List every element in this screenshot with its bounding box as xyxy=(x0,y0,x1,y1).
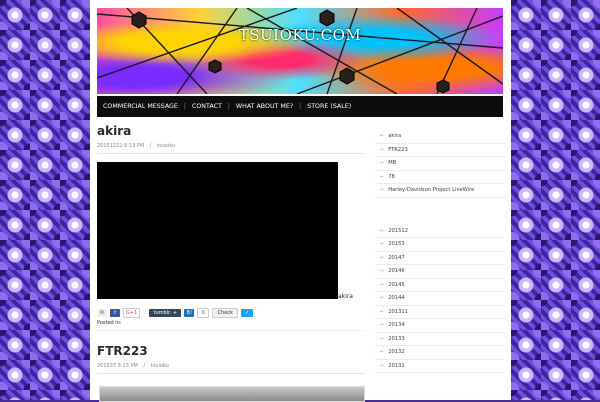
background-pattern-left xyxy=(0,0,90,400)
nav-separator: | xyxy=(183,103,186,110)
sidebar-link-label: 201311 xyxy=(388,308,409,315)
sidebar-link-label: 20145 xyxy=(388,281,405,288)
nav-separator: | xyxy=(227,103,230,110)
sidebar-recent-ftr223[interactable]: → FTR223 xyxy=(375,144,505,157)
sidebar-recent-akira[interactable]: → akira xyxy=(375,130,505,144)
sidebar-recent-livewire[interactable]: → Harley-Davidson Project LiveWire xyxy=(375,184,505,198)
page-container: TSUIOKU.COM COMMERCIAL MESSAGE | CONTACT… xyxy=(90,0,511,402)
share-buttons: ✉ f G+1 tumblr. + B! 0 Check ✓ xyxy=(97,308,254,318)
sidebar-archive-20147[interactable]: → 20147 xyxy=(375,252,505,265)
arrow-icon: → xyxy=(379,173,384,180)
sidebar-archive-20133[interactable]: → 20133 xyxy=(375,333,505,346)
post-divider xyxy=(97,330,365,331)
sidebar-link-label: 20147 xyxy=(388,254,405,261)
arrow-icon: → xyxy=(379,160,384,167)
gplus-button[interactable]: G+1 xyxy=(123,308,141,318)
sidebar-link-label: Harley-Davidson Project LiveWire xyxy=(388,187,475,194)
sidebar-link-label: 20132 xyxy=(388,349,405,356)
arrow-icon: → xyxy=(379,254,384,261)
sidebar-link-label: 20153 xyxy=(388,241,405,248)
sidebar-recent-78[interactable]: → 78 xyxy=(375,171,505,184)
main-navigation: COMMERCIAL MESSAGE | CONTACT | WHAT ABOU… xyxy=(97,96,503,117)
video-player[interactable] xyxy=(97,162,338,299)
share-icon[interactable]: ✉ xyxy=(97,309,107,317)
sidebar-link-label: 78 xyxy=(388,173,395,180)
sidebar-archive-20132[interactable]: → 20132 xyxy=(375,346,505,360)
sidebar-link-label: 20144 xyxy=(388,295,405,302)
sidebar-archive-20134[interactable]: → 20134 xyxy=(375,319,505,333)
hatena-count: 0 xyxy=(197,308,210,318)
banner-art xyxy=(97,8,503,94)
arrow-icon: → xyxy=(379,322,384,329)
meta-separator: / xyxy=(143,363,146,369)
sidebar-archive-201512[interactable]: → 201512 xyxy=(375,225,505,238)
sidebar: → akira → FTR223 → MB → 78 → Harley-Davidson … xyxy=(375,130,505,373)
arrow-icon: → xyxy=(379,308,384,315)
check-button[interactable]: Check xyxy=(212,308,239,318)
background-pattern-right xyxy=(511,0,600,400)
arrow-icon: → xyxy=(379,362,384,369)
post-meta: 201537 3:13 PM / tsuioku xyxy=(97,363,365,374)
sidebar-link-label: akira xyxy=(388,133,402,140)
sidebar-archive-201311[interactable]: → 201311 xyxy=(375,306,505,319)
post-title[interactable]: akira xyxy=(97,124,365,138)
sidebar-archive-20145[interactable]: → 20145 xyxy=(375,279,505,292)
arrow-icon: → xyxy=(379,335,384,342)
nav-separator: | xyxy=(299,103,302,110)
sidebar-link-label: MB xyxy=(388,160,397,167)
arrow-icon: → xyxy=(379,281,384,288)
nav-commercial-message[interactable]: COMMERCIAL MESSAGE xyxy=(103,103,178,110)
post-author[interactable]: tsuioku xyxy=(157,143,175,149)
arrow-icon: → xyxy=(379,349,384,356)
sidebar-link-label: 20133 xyxy=(388,335,405,342)
hatena-icon[interactable]: B! xyxy=(184,309,195,317)
header-banner[interactable]: TSUIOKU.COM xyxy=(97,8,503,94)
sidebar-link-label: 201512 xyxy=(388,227,409,234)
sidebar-link-label: 20146 xyxy=(388,268,405,275)
sidebar-link-label: FTR223 xyxy=(388,146,408,153)
posted-in: Posted in: xyxy=(97,320,122,326)
arrow-icon: → xyxy=(379,187,384,194)
site-title[interactable]: TSUIOKU.COM xyxy=(97,26,503,44)
twitter-icon[interactable]: ✓ xyxy=(241,309,254,317)
sidebar-archive-20153[interactable]: → 20153 xyxy=(375,238,505,252)
sidebar-archive-20146[interactable]: → 20146 xyxy=(375,265,505,279)
post-author[interactable]: tsuioku xyxy=(151,363,169,369)
arrow-icon: → xyxy=(379,241,384,248)
sidebar-link-label: 20134 xyxy=(388,322,405,329)
sidebar-archive-20144[interactable]: → 20144 xyxy=(375,292,505,306)
sidebar-recent-mb[interactable]: → MB xyxy=(375,157,505,171)
main-content: akira 20151222 8:13 PM / tsuioku akira ✉… xyxy=(97,124,365,402)
nav-store-sale[interactable]: STORE (SALE) xyxy=(307,103,351,110)
post-date: 20151222 8:13 PM xyxy=(97,143,145,149)
nav-contact[interactable]: CONTACT xyxy=(192,103,222,110)
post-ftr223: FTR223 201537 3:13 PM / tsuioku xyxy=(97,344,365,402)
facebook-icon[interactable]: f xyxy=(110,309,120,317)
arrow-icon: → xyxy=(379,227,384,234)
meta-separator: / xyxy=(149,143,152,149)
arrow-icon: → xyxy=(379,146,384,153)
post-date: 201537 3:13 PM xyxy=(97,363,138,369)
arrow-icon: → xyxy=(379,268,384,275)
post-caption: akira xyxy=(338,293,353,300)
tumblr-button[interactable]: tumblr. + xyxy=(149,309,182,317)
nav-what-about-me[interactable]: WHAT ABOUT ME? xyxy=(236,103,293,110)
post-meta: 20151222 8:13 PM / tsuioku xyxy=(97,143,365,154)
sidebar-link-label: 20131 xyxy=(388,362,405,369)
sidebar-archive-20131[interactable]: → 20131 xyxy=(375,360,505,373)
arrow-icon: → xyxy=(379,133,384,140)
arrow-icon: → xyxy=(379,295,384,302)
post-title[interactable]: FTR223 xyxy=(97,344,365,358)
